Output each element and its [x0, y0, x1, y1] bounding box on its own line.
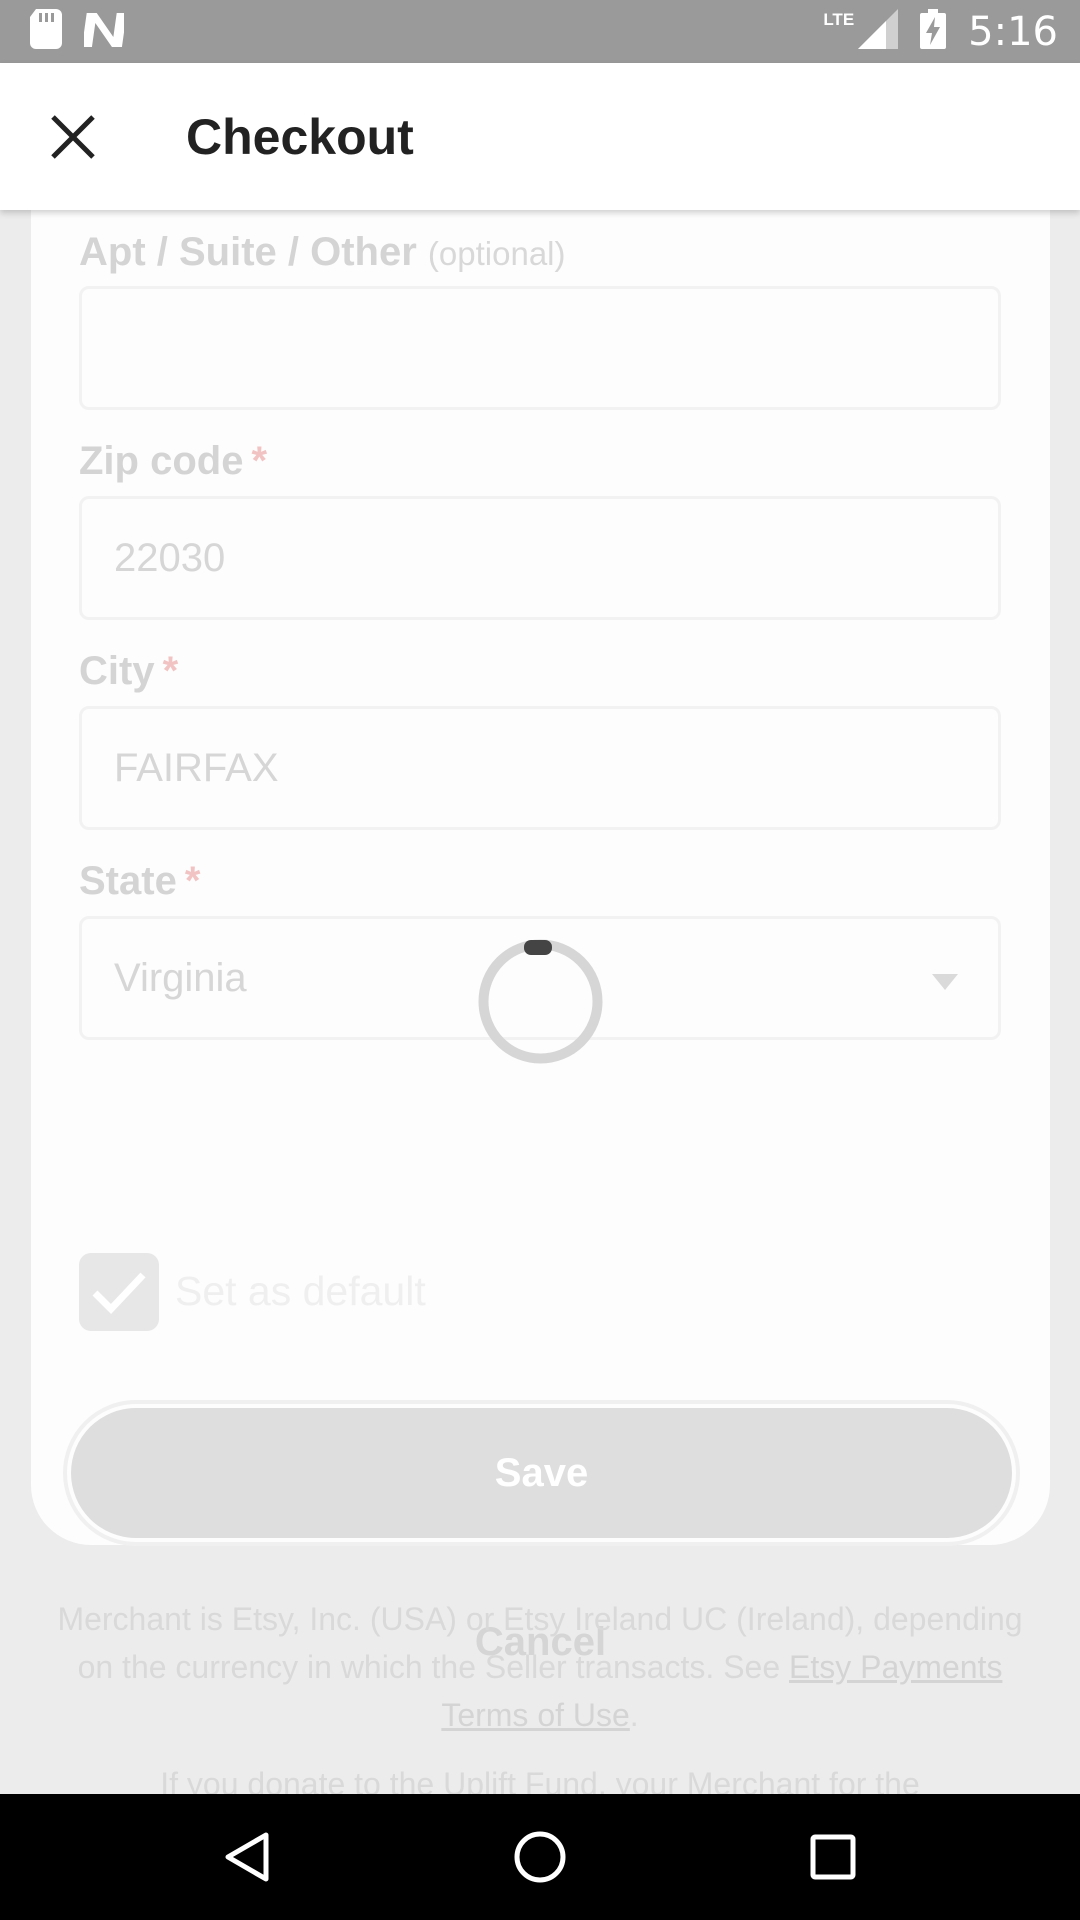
loading-spinner-icon	[478, 939, 603, 1064]
uplift-disclaimer: If you donate to the Uplift Fund, your M…	[160, 1766, 920, 1794]
disclaimer-end: .	[629, 1697, 639, 1733]
city-label-text: City	[79, 649, 155, 693]
home-circle-icon	[514, 1831, 566, 1883]
set-default-checkbox[interactable]	[79, 1253, 159, 1331]
state-label: State *	[79, 859, 200, 904]
merchant-disclaimer: Merchant is Etsy, Inc. (USA) or Etsy Ire…	[40, 1595, 1040, 1739]
apt-optional-text: (optional)	[427, 235, 566, 272]
home-button[interactable]	[495, 1812, 585, 1902]
signal-icon	[858, 9, 899, 54]
state-label-text: State	[79, 859, 177, 903]
state-select-value: Virginia	[114, 955, 247, 1000]
save-button[interactable]: Save	[71, 1408, 1012, 1538]
navigation-bar	[0, 1794, 1080, 1920]
recents-square-icon	[810, 1834, 856, 1880]
zip-code-input[interactable]: 22030	[79, 496, 1001, 620]
page-title: Checkout	[186, 108, 414, 165]
address-form-card: Apt / Suite / Other (optional) Zip code *…	[31, 210, 1050, 1664]
required-mark: *	[251, 439, 268, 483]
status-bar: LTE 5:16	[0, 0, 1080, 63]
city-label: City *	[79, 649, 178, 694]
network-type: LTE	[823, 9, 855, 29]
chevron-down-icon	[932, 974, 958, 990]
apt-label-text: Apt / Suite / Other	[79, 230, 417, 274]
zip-label-text: Zip code	[79, 439, 244, 483]
close-button[interactable]	[18, 82, 128, 192]
back-button[interactable]	[202, 1812, 292, 1902]
app-bar: Checkout	[0, 63, 1080, 210]
battery-charging-icon	[920, 9, 947, 54]
required-mark: *	[184, 859, 201, 903]
zip-label: Zip code *	[79, 439, 267, 484]
status-right: LTE 5:16	[823, 9, 1058, 55]
apt-input[interactable]	[79, 286, 1001, 410]
clock: 5:16	[968, 8, 1058, 55]
sd-card-icon	[30, 9, 62, 54]
n-notification-icon	[81, 11, 127, 52]
set-default-label: Set as default	[175, 1268, 426, 1314]
screen: LTE 5:16 Checkout Apt / Suite / Other (o…	[0, 0, 1080, 1920]
required-mark: *	[162, 649, 179, 693]
apt-label: Apt / Suite / Other (optional)	[79, 230, 566, 275]
recents-button[interactable]	[788, 1812, 878, 1902]
checkmark-icon	[92, 1272, 146, 1315]
city-input[interactable]: FAIRFAX	[79, 706, 1001, 830]
status-left	[30, 9, 127, 54]
close-icon	[51, 114, 95, 159]
back-triangle-icon	[225, 1832, 269, 1882]
